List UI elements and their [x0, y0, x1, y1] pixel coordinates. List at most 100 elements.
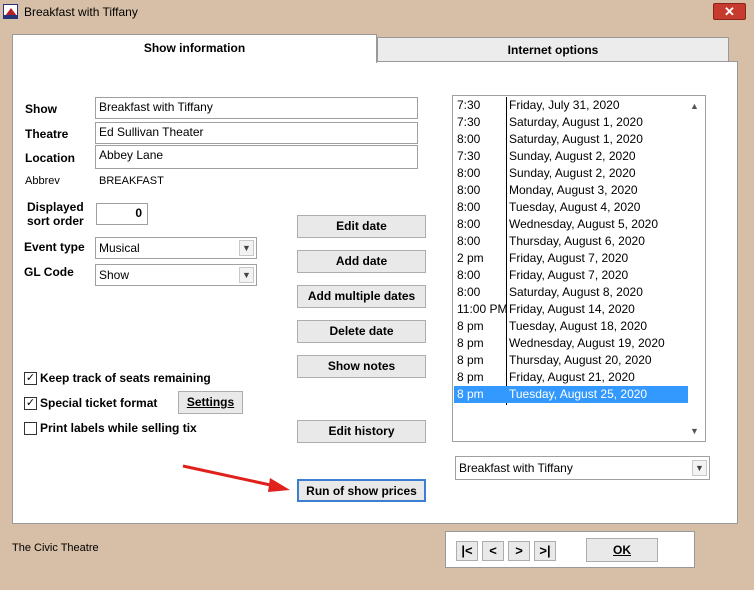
show-select-value: Breakfast with Tiffany	[459, 461, 573, 475]
dates-list[interactable]: 7:30 Friday, July 31, 2020 7:30 Saturday, A…	[452, 95, 706, 442]
arrow-annotation	[182, 464, 290, 492]
keep-track-seats-checkbox[interactable]: ✓	[24, 372, 37, 385]
checkmark-icon: ✓	[25, 372, 36, 384]
tab-show-information[interactable]: Show information	[12, 34, 377, 63]
date-row[interactable]: 8 pm Friday, August 21, 2020	[454, 369, 688, 386]
scroll-down-icon[interactable]: ▼	[690, 426, 699, 436]
date-row[interactable]: 7:30 Sunday, August 2, 2020	[454, 148, 688, 165]
date-row-time: 8:00	[457, 268, 481, 282]
date-row[interactable]: 2 pm Friday, August 7, 2020	[454, 250, 688, 267]
date-row[interactable]: 8 pm Tuesday, August 25, 2020	[454, 386, 688, 403]
event-type-select[interactable]: Musical ▼	[95, 237, 257, 259]
date-row[interactable]: 8:00 Saturday, August 8, 2020	[454, 284, 688, 301]
date-row-time: 8:00	[457, 132, 481, 146]
app-icon	[3, 4, 18, 19]
date-row-date: Wednesday, August 5, 2020	[509, 217, 658, 231]
date-row-time: 8:00	[457, 217, 481, 231]
delete-date-button[interactable]: Delete date	[297, 320, 426, 343]
date-row-date: Saturday, August 8, 2020	[509, 285, 643, 299]
special-ticket-format-label: Special ticket format	[40, 396, 158, 410]
date-row-time: 2 pm	[457, 251, 484, 265]
chevron-down-icon[interactable]: ▼	[692, 460, 707, 476]
theatre-field[interactable]: Ed Sullivan Theater	[95, 122, 418, 144]
date-row[interactable]: 8 pm Thursday, August 20, 2020	[454, 352, 688, 369]
date-row-date: Tuesday, August 18, 2020	[509, 319, 648, 333]
date-row-date: Tuesday, August 25, 2020	[509, 387, 648, 401]
special-ticket-format-checkbox[interactable]: ✓	[24, 397, 37, 410]
date-row[interactable]: 7:30 Saturday, August 1, 2020	[454, 114, 688, 131]
title-bar: Breakfast with Tiffany ✕	[0, 0, 754, 24]
date-row-date: Saturday, August 1, 2020	[509, 115, 643, 129]
date-row[interactable]: 8:00 Friday, August 7, 2020	[454, 267, 688, 284]
print-labels-checkbox[interactable]	[24, 422, 37, 435]
previous-record-button[interactable]: <	[482, 541, 504, 561]
date-row[interactable]: 11:00 PM Friday, August 14, 2020	[454, 301, 688, 318]
date-row[interactable]: 8 pm Wednesday, August 19, 2020	[454, 335, 688, 352]
date-row-time: 7:30	[457, 98, 481, 112]
date-row-date: Sunday, August 2, 2020	[509, 166, 636, 180]
date-row-time: 8 pm	[457, 319, 484, 333]
edit-history-button[interactable]: Edit history	[297, 420, 426, 443]
date-row-time: 8:00	[457, 285, 481, 299]
date-row-time: 8:00	[457, 166, 481, 180]
window-title: Breakfast with Tiffany	[24, 5, 138, 19]
add-multiple-dates-button[interactable]: Add multiple dates	[297, 285, 426, 308]
close-button[interactable]: ✕	[713, 3, 746, 20]
date-row[interactable]: 7:30 Friday, July 31, 2020	[454, 97, 688, 114]
first-record-button[interactable]: |<	[456, 541, 478, 561]
date-row[interactable]: 8:00 Tuesday, August 4, 2020	[454, 199, 688, 216]
dates-scrollbar[interactable]: ▲ ▼	[688, 97, 704, 440]
date-row-date: Friday, August 7, 2020	[509, 251, 629, 265]
date-row-date: Thursday, August 6, 2020	[509, 234, 645, 248]
print-labels-label: Print labels while selling tix	[40, 421, 197, 435]
date-row-time: 7:30	[457, 115, 481, 129]
chevron-down-icon[interactable]: ▼	[239, 267, 254, 283]
date-row-time: 8:00	[457, 183, 481, 197]
abbrev-value: BREAKFAST	[99, 175, 164, 187]
date-row-time: 8 pm	[457, 353, 484, 367]
date-row-date: Monday, August 3, 2020	[509, 183, 638, 197]
navigation-panel: |< < > >| OK	[445, 531, 695, 568]
scroll-up-icon[interactable]: ▲	[690, 101, 699, 111]
edit-date-button[interactable]: Edit date	[297, 215, 426, 238]
run-of-show-prices-button[interactable]: Run of show prices	[297, 479, 426, 502]
date-row[interactable]: 8:00 Monday, August 3, 2020	[454, 182, 688, 199]
gl-code-value: Show	[99, 268, 130, 282]
ok-button[interactable]: OK	[586, 538, 658, 562]
next-record-button[interactable]: >	[508, 541, 530, 561]
date-row[interactable]: 8:00 Sunday, August 2, 2020	[454, 165, 688, 182]
sort-order-label-line2: sort order	[27, 214, 84, 228]
location-field[interactable]: Abbey Lane	[95, 145, 418, 169]
date-row-date: Saturday, August 1, 2020	[509, 132, 643, 146]
sort-order-label-line1: Displayed	[27, 200, 84, 214]
settings-button[interactable]: Settings	[178, 391, 243, 414]
tab-internet-options[interactable]: Internet options	[377, 37, 729, 61]
date-row[interactable]: 8:00 Thursday, August 6, 2020	[454, 233, 688, 250]
date-row-date: Thursday, August 20, 2020	[509, 353, 652, 367]
show-label: Show	[25, 102, 57, 116]
date-row-date: Friday, August 21, 2020	[509, 370, 635, 384]
location-label: Location	[25, 151, 75, 165]
show-select[interactable]: Breakfast with Tiffany ▼	[455, 456, 710, 480]
add-date-button[interactable]: Add date	[297, 250, 426, 273]
gl-code-select[interactable]: Show ▼	[95, 264, 257, 286]
date-row-time: 8 pm	[457, 387, 484, 401]
keep-track-seats-label: Keep track of seats remaining	[40, 371, 211, 385]
date-row-date: Tuesday, August 4, 2020	[509, 200, 641, 214]
date-row[interactable]: 8 pm Tuesday, August 18, 2020	[454, 318, 688, 335]
date-row[interactable]: 8:00 Saturday, August 1, 2020	[454, 131, 688, 148]
sort-order-field[interactable]: 0	[96, 203, 148, 225]
event-type-label: Event type	[24, 240, 85, 254]
show-notes-button[interactable]: Show notes	[297, 355, 426, 378]
last-record-button[interactable]: >|	[534, 541, 556, 561]
date-row-time: 11:00 PM	[457, 302, 508, 316]
chevron-down-icon[interactable]: ▼	[239, 240, 254, 256]
theatre-label: Theatre	[25, 127, 69, 141]
date-row-date: Friday, August 14, 2020	[509, 302, 635, 316]
date-row-time: 8 pm	[457, 370, 484, 384]
date-row-time: 8:00	[457, 234, 481, 248]
date-row-time: 8:00	[457, 200, 481, 214]
show-field[interactable]: Breakfast with Tiffany	[95, 97, 418, 119]
date-row-date: Friday, July 31, 2020	[509, 98, 620, 112]
date-row[interactable]: 8:00 Wednesday, August 5, 2020	[454, 216, 688, 233]
